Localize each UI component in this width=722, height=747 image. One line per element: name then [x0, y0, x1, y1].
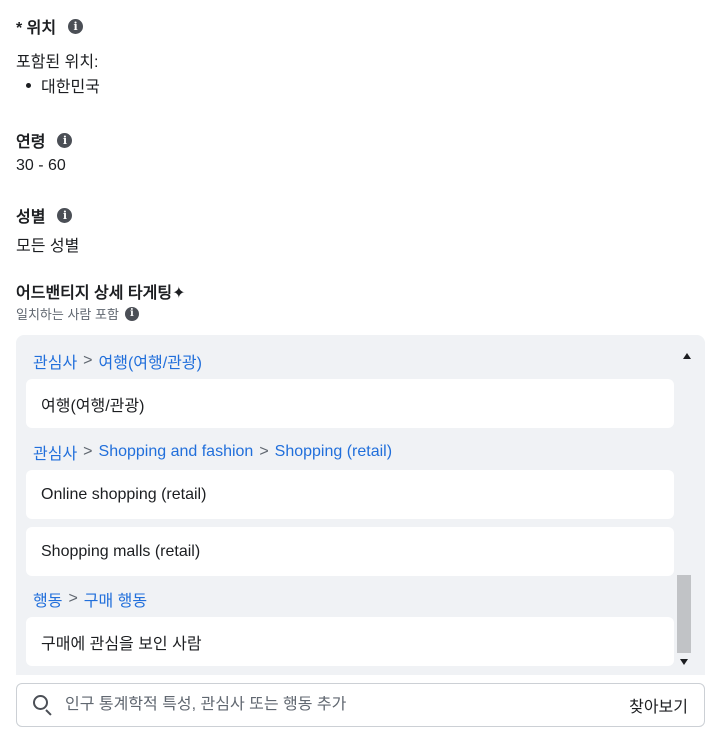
- breadcrumb-link[interactable]: 여행(여행/관광): [99, 349, 202, 373]
- breadcrumb-link[interactable]: 관심사: [33, 440, 77, 464]
- targeting-panel: 관심사 > 여행(여행/관광) 여행(여행/관광) 관심사 > Shopping…: [16, 335, 705, 675]
- breadcrumb-separator: >: [83, 352, 93, 369]
- targeting-item[interactable]: 구매에 관심을 보인 사람: [26, 617, 674, 666]
- targeting-subtitle: 일치하는 사람 포함: [16, 307, 119, 322]
- breadcrumb-separator: >: [68, 590, 78, 607]
- gender-title: 성별: [16, 209, 46, 226]
- gender-section: 성별 i: [16, 203, 73, 227]
- targeting-subtitle-row: 일치하는 사람 포함 i: [16, 304, 139, 323]
- info-icon[interactable]: i: [68, 18, 84, 34]
- bullet-dot: [26, 82, 31, 88]
- targeting-item[interactable]: Shopping malls (retail): [26, 527, 674, 576]
- info-icon[interactable]: i: [57, 132, 73, 148]
- browse-button[interactable]: 찾아보기: [629, 693, 688, 717]
- targeting-item[interactable]: Online shopping (retail): [26, 470, 674, 519]
- breadcrumb: 관심사 > Shopping and fashion > Shopping (r…: [33, 440, 392, 464]
- targeting-title: 어드밴티지 상세 타게팅✦: [16, 285, 186, 302]
- location-included-label: 포함된 위치:: [16, 54, 99, 71]
- scroll-down-arrow-icon[interactable]: [680, 659, 688, 665]
- breadcrumb: 행동 > 구매 행동: [33, 587, 147, 611]
- breadcrumb: 관심사 > 여행(여행/관광): [33, 349, 202, 373]
- search-bar: 찾아보기: [16, 683, 705, 727]
- location-title: * 위치: [16, 20, 57, 37]
- search-input[interactable]: [65, 696, 630, 714]
- location-list-item: 대한민국: [26, 73, 100, 97]
- scrollbar-thumb[interactable]: [677, 575, 691, 653]
- search-icon: [33, 695, 53, 716]
- info-icon[interactable]: i: [57, 207, 73, 223]
- breadcrumb-link[interactable]: 관심사: [33, 349, 77, 373]
- age-title: 연령: [16, 134, 46, 151]
- targeting-item[interactable]: 여행(여행/관광): [26, 379, 674, 428]
- breadcrumb-link[interactable]: 구매 행동: [84, 587, 147, 611]
- info-icon[interactable]: i: [124, 306, 139, 321]
- age-value: 30 - 60: [16, 157, 66, 174]
- age-section: 연령 i: [16, 128, 73, 152]
- collapse-arrow-icon[interactable]: [683, 353, 691, 359]
- breadcrumb-link[interactable]: Shopping and fashion: [99, 443, 254, 461]
- gender-value: 모든 성별: [16, 238, 80, 255]
- breadcrumb-link[interactable]: Shopping (retail): [275, 443, 392, 461]
- location-section: * 위치 i: [16, 14, 84, 38]
- location-country: 대한민국: [41, 79, 100, 96]
- breadcrumb-link[interactable]: 행동: [33, 587, 62, 611]
- breadcrumb-separator: >: [259, 443, 269, 460]
- breadcrumb-separator: >: [83, 443, 93, 460]
- location-title-row: * 위치 i: [16, 14, 84, 38]
